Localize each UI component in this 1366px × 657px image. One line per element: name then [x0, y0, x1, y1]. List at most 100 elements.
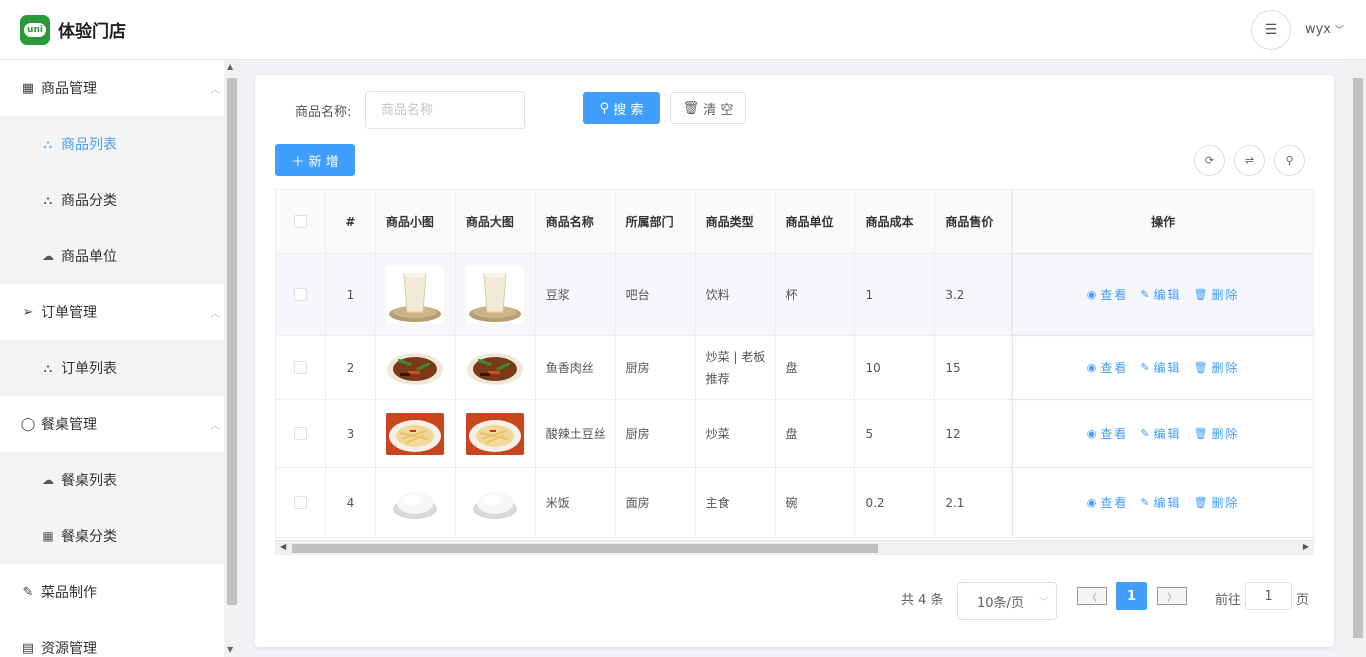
- chevron-right-icon: 〉: [1167, 592, 1177, 604]
- scroll-left-arrow-icon[interactable]: ◀: [280, 542, 286, 551]
- trash-icon: 🗑: [1193, 288, 1208, 301]
- header-name: 商品名称: [536, 190, 616, 253]
- product-unit: 盘: [776, 400, 856, 467]
- sidebar-menu: ▦ 商品管理 ︿ ⛬ 商品列表 ⛬ 商品分类 ☁ 商品单位 ➢ 订单管理 ︿ ⛬ 订单列表 ◯ 餐桌管理 ︿ ☁ 餐…: [0, 60, 240, 657]
- table-row[interactable]: 1 豆浆 吧台 饮料 杯 1 3.2 ◉ 查看 ✎ 编辑 🗑 删除: [276, 254, 1313, 336]
- sidebar-item-label: 商品分类: [61, 193, 117, 209]
- edit-button[interactable]: ✎ 编辑: [1140, 286, 1181, 303]
- clear-button[interactable]: 🗑 清 空: [670, 92, 746, 124]
- small-image: [376, 336, 456, 399]
- sidebar-group-4[interactable]: ▤ 资源管理: [0, 620, 224, 657]
- page-1-button[interactable]: 1: [1116, 582, 1147, 610]
- page-size-select[interactable]: 10条/页 ﹀: [957, 582, 1057, 620]
- sidebar-item-0-2[interactable]: ☁ 商品单位: [0, 228, 224, 284]
- table-row[interactable]: 3 酸辣土豆丝 厨房 炒菜 盘 5 12 ◉ 查看 ✎ 编辑 🗑 删除: [276, 400, 1313, 468]
- view-button[interactable]: ◉ 查看: [1087, 359, 1129, 376]
- grid-icon: ▦: [21, 80, 35, 96]
- row-index: 4: [326, 468, 376, 537]
- product-name: 酸辣土豆丝: [536, 400, 616, 467]
- content-card: 商品名称: ⚲ 搜 索 🗑 清 空 ＋ 新 增 ⟳ ⇌ ⚲ # 商品小图 商品大…: [255, 75, 1334, 647]
- pencil-icon: ✎: [1140, 496, 1150, 509]
- header-index: #: [326, 190, 376, 253]
- refresh-button[interactable]: ⟳: [1194, 145, 1225, 176]
- toggle-search-button[interactable]: ⚲: [1274, 145, 1305, 176]
- delete-button[interactable]: 🗑 删除: [1194, 425, 1240, 442]
- search-icon: ⚲: [599, 100, 610, 116]
- sidebar-item-2-0[interactable]: ☁ 餐桌列表: [0, 452, 224, 508]
- prev-page-button[interactable]: 〈: [1077, 587, 1107, 605]
- sidebar-item-1-0[interactable]: ⛬ 订单列表: [0, 340, 224, 396]
- header-large-image: 商品大图: [456, 190, 536, 253]
- store-name: 体验门店: [58, 22, 126, 42]
- sidebar-item-2-1[interactable]: ▦ 餐桌分类: [0, 508, 224, 564]
- view-button[interactable]: ◉ 查看: [1087, 494, 1129, 511]
- page-scroll-thumb[interactable]: [1353, 78, 1363, 638]
- row-actions: ◉ 查看 ✎ 编辑 🗑 删除: [1013, 254, 1313, 335]
- table-row[interactable]: 4 米饭 面房 主食 碗 0.2 2.1 ◉ 查看 ✎ 编辑 🗑 删除: [276, 468, 1313, 538]
- scroll-up-arrow-icon[interactable]: ▲: [227, 62, 233, 71]
- view-button[interactable]: ◉ 查看: [1087, 286, 1129, 303]
- scroll-right-arrow-icon[interactable]: ▶: [1303, 542, 1309, 551]
- sidebar-item-0-0[interactable]: ⛬ 商品列表: [0, 116, 224, 172]
- delete-button[interactable]: 🗑 删除: [1194, 286, 1240, 303]
- app-header: uni 体验门店 ☰ wyx ﹀: [0, 0, 1366, 60]
- sidebar-group-0[interactable]: ▦ 商品管理 ︿: [0, 60, 224, 116]
- product-type: 主食: [696, 468, 776, 537]
- search-button[interactable]: ⚲ 搜 索: [583, 92, 660, 124]
- small-image: [376, 400, 456, 467]
- chevron-up-icon: ︿: [210, 420, 220, 432]
- page-scrollbar[interactable]: [1350, 60, 1366, 657]
- edit-button[interactable]: ✎ 编辑: [1140, 494, 1181, 511]
- small-image: [376, 254, 456, 335]
- search-icon: ⚲: [1285, 154, 1294, 167]
- sidebar-item-label: 餐桌列表: [61, 473, 117, 489]
- user-menu[interactable]: wyx ﹀: [1305, 22, 1344, 37]
- product-cost: 5: [855, 400, 936, 467]
- table-row[interactable]: 2 鱼香肉丝 厨房 炒菜 | 老板推荐 盘 10 15 ◉ 查看 ✎ 编辑 🗑 删除: [276, 336, 1313, 400]
- table-scroll-thumb[interactable]: [292, 544, 878, 553]
- row-actions: ◉ 查看 ✎ 编辑 🗑 删除: [1013, 468, 1313, 537]
- sidebar-scroll-thumb[interactable]: [227, 78, 237, 605]
- logo-text: uni: [24, 22, 46, 37]
- goto-label: 前往: [1215, 593, 1242, 608]
- plus-icon: ＋: [291, 154, 305, 170]
- header-unit: 商品单位: [776, 190, 856, 253]
- select-all-checkbox[interactable]: [293, 215, 307, 228]
- row-checkbox[interactable]: [293, 496, 307, 509]
- chevron-down-icon: ﹀: [1038, 597, 1048, 608]
- sidebar-item-label: 餐桌分类: [61, 529, 117, 545]
- sidebar-item-0-1[interactable]: ⛬ 商品分类: [0, 172, 224, 228]
- product-type: 炒菜 | 老板推荐: [696, 336, 776, 399]
- row-checkbox[interactable]: [293, 361, 307, 374]
- product-type: 炒菜: [696, 400, 776, 467]
- product-name-input[interactable]: [365, 91, 525, 129]
- edit-button[interactable]: ✎ 编辑: [1140, 359, 1181, 376]
- scroll-down-arrow-icon[interactable]: ▼: [227, 645, 233, 654]
- delete-button[interactable]: 🗑 删除: [1194, 494, 1240, 511]
- sidebar-group-2[interactable]: ◯ 餐桌管理 ︿: [0, 396, 224, 452]
- sidebar-group-3[interactable]: ✎ 菜品制作: [0, 564, 224, 620]
- folder-icon: ▤: [21, 640, 35, 656]
- next-page-button[interactable]: 〉: [1157, 587, 1187, 605]
- column-settings-button[interactable]: ⇌: [1234, 145, 1265, 176]
- header-dept: 所属部门: [616, 190, 696, 253]
- row-checkbox[interactable]: [293, 288, 307, 301]
- add-button[interactable]: ＋ 新 增: [275, 144, 355, 176]
- grid-icon: ▦: [42, 529, 54, 543]
- product-price: 12: [935, 400, 1014, 467]
- header-cost: 商品成本: [855, 190, 936, 253]
- delete-button[interactable]: 🗑 删除: [1194, 359, 1240, 376]
- row-checkbox[interactable]: [293, 427, 307, 440]
- view-button[interactable]: ◉ 查看: [1087, 425, 1129, 442]
- goto-page-input[interactable]: [1245, 582, 1292, 610]
- edit-button[interactable]: ✎ 编辑: [1140, 425, 1181, 442]
- table-body: 1 豆浆 吧台 饮料 杯 1 3.2 ◉ 查看 ✎ 编辑 🗑 删除 2 鱼香肉丝…: [276, 254, 1313, 538]
- product-unit: 碗: [776, 468, 856, 537]
- pencil-icon: ✎: [1140, 427, 1150, 440]
- menu-toggle-button[interactable]: ☰: [1250, 9, 1291, 50]
- username: wyx: [1304, 22, 1331, 37]
- product-dept: 厨房: [616, 400, 696, 467]
- sidebar-scrollbar[interactable]: ▲ ▼: [224, 60, 240, 657]
- sidebar-group-1[interactable]: ➢ 订单管理 ︿: [0, 284, 224, 340]
- table-hscrollbar[interactable]: ◀ ▶: [276, 540, 1313, 554]
